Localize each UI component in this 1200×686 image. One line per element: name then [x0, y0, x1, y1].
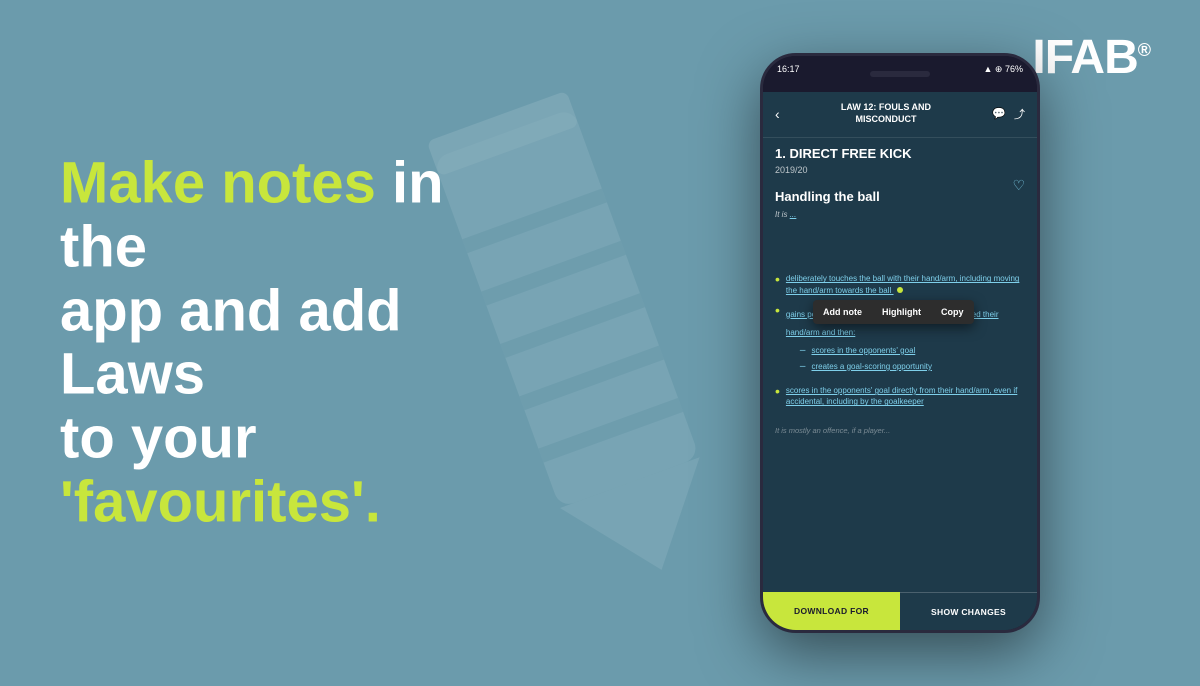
partial-text: It is ...: [775, 210, 1025, 219]
comment-icon[interactable]: 💬: [992, 107, 1006, 120]
app-nav: ‹ LAW 12: FOULS AND MISCONDUCT 💬 ⤴: [775, 102, 1025, 125]
phone-camera: [870, 71, 930, 77]
context-menu: Add note Highlight Copy: [813, 300, 974, 324]
add-note-button[interactable]: Add note: [813, 300, 872, 324]
status-icons: ▲ ⊕ 76%: [983, 64, 1023, 75]
hero-line2: app and add Laws: [60, 278, 402, 407]
copy-button[interactable]: Copy: [931, 300, 974, 324]
list-item: • scores in the opponents' goal directly…: [775, 385, 1025, 407]
section-title: 1. DIRECT FREE KICK: [763, 138, 1037, 163]
content-list: • deliberately touches the ball with the…: [763, 267, 1037, 421]
faded-rule-text: It is mostly an offence, if a player...: [763, 422, 1037, 439]
bullet-icon: •: [775, 383, 780, 399]
year-badge: 2019/20: [763, 163, 1037, 181]
status-time: 16:17: [777, 64, 800, 75]
bullet-icon: •: [775, 271, 780, 287]
back-button[interactable]: ‹: [775, 106, 780, 122]
nav-title-line2: MISCONDUCT: [841, 114, 931, 126]
bullet-icon: •: [775, 302, 780, 318]
show-changes-button[interactable]: SHOW CHANGES: [900, 592, 1037, 630]
favourite-button[interactable]: ♡: [1012, 177, 1025, 195]
hero-normal-3: to your: [60, 406, 257, 471]
sub-bullet-icon: –: [800, 361, 806, 372]
phone-bottom-buttons: DOWNLOAD FOR SHOW CHANGES: [763, 592, 1037, 630]
nav-title: LAW 12: FOULS AND MISCONDUCT: [841, 102, 931, 125]
sub-list-item: – scores in the opponents' goal: [800, 345, 1025, 356]
highlight-button[interactable]: Highlight: [872, 300, 931, 324]
battery-indicator: 76%: [1005, 64, 1023, 74]
sub-item-text: creates a goal-scoring opportunity: [811, 361, 932, 372]
hero-quote: 'favourites'.: [60, 470, 381, 535]
phone-screen: ‹ LAW 12: FOULS AND MISCONDUCT 💬 ⤴ 1. DI…: [763, 92, 1037, 630]
list-item: • deliberately touches the ball with the…: [775, 273, 1025, 295]
list-item-text: deliberately touches the ball with their…: [786, 273, 1025, 295]
phone-container: 16:17 ▲ ⊕ 76% ‹ LAW 12: FOULS AND MISCON…: [760, 53, 1040, 633]
wifi-icon: ⊕: [995, 64, 1003, 74]
handling-section: Handling the ball It is ...: [763, 181, 1037, 227]
ifab-logo: IFAB®: [1032, 30, 1150, 85]
sub-list-item: – creates a goal-scoring opportunity: [800, 361, 1025, 372]
sub-item-text: scores in the opponents' goal: [811, 345, 915, 356]
list-item-text: scores in the opponents' goal directly f…: [786, 385, 1025, 407]
download-button[interactable]: DOWNLOAD FOR: [763, 592, 900, 630]
nav-icons: 💬 ⤴: [992, 106, 1025, 122]
signal-icon: ▲: [983, 64, 992, 74]
hero-text-block: Make notes in the app and add Laws to yo…: [60, 152, 540, 535]
app-header: ‹ LAW 12: FOULS AND MISCONDUCT 💬 ⤴: [763, 92, 1037, 138]
ifab-logo-text: IFAB: [1032, 31, 1137, 84]
handling-title: Handling the ball: [775, 189, 1025, 204]
phone: 16:17 ▲ ⊕ 76% ‹ LAW 12: FOULS AND MISCON…: [760, 53, 1040, 633]
nav-title-line1: LAW 12: FOULS AND: [841, 102, 931, 114]
sub-bullet-icon: –: [800, 345, 806, 356]
share-icon[interactable]: ⤴: [1014, 106, 1025, 122]
ifab-registered: ®: [1138, 40, 1150, 60]
phone-top: 16:17 ▲ ⊕ 76%: [763, 56, 1037, 92]
hero-highlight-1: Make notes: [60, 151, 376, 216]
